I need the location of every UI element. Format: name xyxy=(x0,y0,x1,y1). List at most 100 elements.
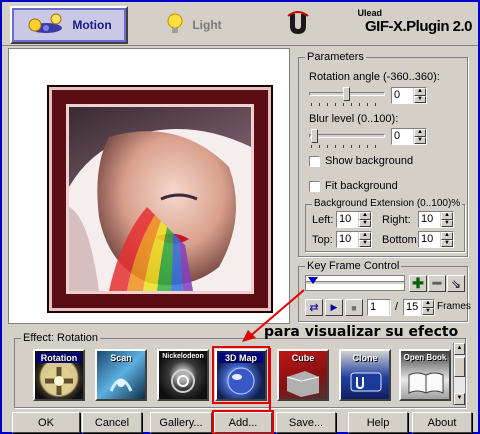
right-up-icon[interactable]: ▲ xyxy=(441,212,453,220)
keyframe-timeline[interactable] xyxy=(305,275,405,291)
effect-3d-map-thumb[interactable]: 3D Map xyxy=(212,346,270,404)
about-button[interactable]: About xyxy=(412,412,472,433)
play-icon: ▶ xyxy=(330,302,338,312)
tab-motion[interactable]: Motion xyxy=(10,6,128,44)
frames-up-icon[interactable]: ▲ xyxy=(422,300,434,308)
blur-slider-thumb[interactable] xyxy=(311,129,318,143)
frame-separator: / xyxy=(395,301,399,313)
rotation-label: Rotation angle (-360..360): xyxy=(309,71,440,83)
left-label: Left: xyxy=(312,214,334,226)
current-frame-field[interactable]: 1 xyxy=(367,299,391,316)
total-frames-spinbox[interactable]: 15 ▲ ▼ xyxy=(403,299,435,316)
tab-light[interactable]: Light xyxy=(134,6,252,44)
bottom-down-icon[interactable]: ▼ xyxy=(441,239,453,247)
right-down-icon[interactable]: ▼ xyxy=(441,219,453,227)
effect-scan-label: Scan xyxy=(110,353,132,363)
ulead-logo-icon xyxy=(286,10,310,41)
effect-cube-thumb[interactable]: Cube xyxy=(277,349,329,401)
add-keyframe-button[interactable]: ✚ xyxy=(409,275,427,292)
cancel-button[interactable]: Cancel xyxy=(82,412,142,433)
frames-down-icon[interactable]: ▼ xyxy=(422,307,434,315)
top-down-icon[interactable]: ▼ xyxy=(359,239,371,247)
rotation-value[interactable]: 0 xyxy=(392,88,414,103)
effect-scrollbar[interactable]: ▲ ▼ xyxy=(453,343,465,405)
tab-bar: Motion Light Ulead GIF-X.Plugin 2.0 xyxy=(2,2,478,46)
blur-spinbox[interactable]: 0 ▲ ▼ xyxy=(391,128,427,145)
add-button[interactable]: Add... xyxy=(212,410,274,434)
lightbulb-icon xyxy=(164,10,186,40)
tab-light-label: Light xyxy=(192,18,222,32)
right-spinbox[interactable]: 10 ▲ ▼ xyxy=(418,211,454,228)
rotation-slider[interactable] xyxy=(309,86,385,108)
rotation-spinbox[interactable]: 0 ▲ ▼ xyxy=(391,87,427,104)
motion-icon xyxy=(26,13,66,38)
arrow-icon: ⇘ xyxy=(450,276,462,291)
bottom-up-icon[interactable]: ▲ xyxy=(441,232,453,240)
effect-clone-thumb[interactable]: Clone xyxy=(339,349,391,401)
top-up-icon[interactable]: ▲ xyxy=(359,232,371,240)
effect-3d-map-label: 3D Map xyxy=(219,353,263,363)
effect-nickelodeon-thumb[interactable]: Nickelodeon xyxy=(157,349,209,401)
stop-button[interactable]: ■ xyxy=(345,299,363,316)
background-extension-group: Background Extension (0..100)% Left: 10 … xyxy=(305,198,465,252)
help-button[interactable]: Help xyxy=(348,412,408,433)
blur-label: Blur level (0..100): xyxy=(309,113,399,125)
right-value[interactable]: 10 xyxy=(419,212,441,227)
scroll-up-icon[interactable]: ▲ xyxy=(454,343,465,355)
top-value[interactable]: 10 xyxy=(337,232,359,247)
scroll-thumb[interactable] xyxy=(454,357,465,377)
delete-keyframe-button[interactable]: ━ xyxy=(428,275,446,292)
loop-button[interactable]: ⇄ xyxy=(305,299,323,316)
frames-label: Frames xyxy=(437,301,471,312)
effect-title: Effect: Rotation xyxy=(21,332,101,344)
blur-slider[interactable] xyxy=(309,128,385,150)
keyframe-options-button[interactable]: ⇘ xyxy=(447,275,465,292)
rotation-down-icon[interactable]: ▼ xyxy=(414,95,426,103)
effect-rotation-thumb[interactable]: Rotation xyxy=(33,349,85,401)
minus-icon: ━ xyxy=(432,275,442,291)
current-frame-value[interactable]: 1 xyxy=(368,300,390,315)
bottom-spinbox[interactable]: 10 ▲ ▼ xyxy=(418,231,454,248)
annotation-line-icon xyxy=(269,348,271,410)
top-spinbox[interactable]: 10 ▲ ▼ xyxy=(336,231,372,248)
gallery-button[interactable]: Gallery... xyxy=(150,412,212,433)
top-label: Top: xyxy=(312,234,333,246)
play-button[interactable]: ▶ xyxy=(325,299,343,316)
right-label: Right: xyxy=(382,214,411,226)
ok-button[interactable]: OK xyxy=(12,412,80,433)
effect-nickelodeon-label: Nickelodeon xyxy=(162,353,204,360)
show-background-checkbox[interactable] xyxy=(309,156,320,167)
fit-background-checkbox[interactable] xyxy=(309,181,320,192)
preview-panel xyxy=(8,48,290,324)
brand-ulead: Ulead xyxy=(357,8,382,18)
blur-up-icon[interactable]: ▲ xyxy=(414,129,426,137)
left-spinbox[interactable]: 10 ▲ ▼ xyxy=(336,211,372,228)
parameters-title: Parameters xyxy=(305,51,366,63)
annotation-arrow-icon xyxy=(242,289,305,342)
preview-image xyxy=(66,104,254,294)
left-value[interactable]: 10 xyxy=(337,212,359,227)
blur-down-icon[interactable]: ▼ xyxy=(414,136,426,144)
effect-scan-thumb[interactable]: Scan xyxy=(95,349,147,401)
plugin-window: Motion Light Ulead GIF-X.Plugin 2.0 Para… xyxy=(0,0,480,434)
rotation-slider-thumb[interactable] xyxy=(343,87,350,101)
left-down-icon[interactable]: ▼ xyxy=(359,219,371,227)
bottom-label: Bottom: xyxy=(382,234,420,246)
bottom-value[interactable]: 10 xyxy=(419,232,441,247)
effect-clone-label: Clone xyxy=(352,353,378,363)
show-background-label: Show background xyxy=(325,155,414,167)
brand-title: GIF-X.Plugin 2.0 xyxy=(364,18,473,35)
blur-value[interactable]: 0 xyxy=(392,129,414,144)
loop-icon: ⇄ xyxy=(309,302,319,314)
rotation-up-icon[interactable]: ▲ xyxy=(414,88,426,96)
stop-icon: ■ xyxy=(351,302,357,313)
effect-cube-label: Cube xyxy=(291,353,315,363)
effect-group: Effect: Rotation Rotation Scan Nickelode… xyxy=(14,332,466,408)
scroll-down-icon[interactable]: ▼ xyxy=(454,393,465,405)
fit-background-label: Fit background xyxy=(325,180,398,192)
total-frames-value[interactable]: 15 xyxy=(404,300,422,315)
save-button[interactable]: Save... xyxy=(276,412,336,433)
left-up-icon[interactable]: ▲ xyxy=(359,212,371,220)
effect-open-book-thumb[interactable]: Open Book xyxy=(399,349,451,401)
keyframe-marker-icon[interactable] xyxy=(308,277,318,284)
